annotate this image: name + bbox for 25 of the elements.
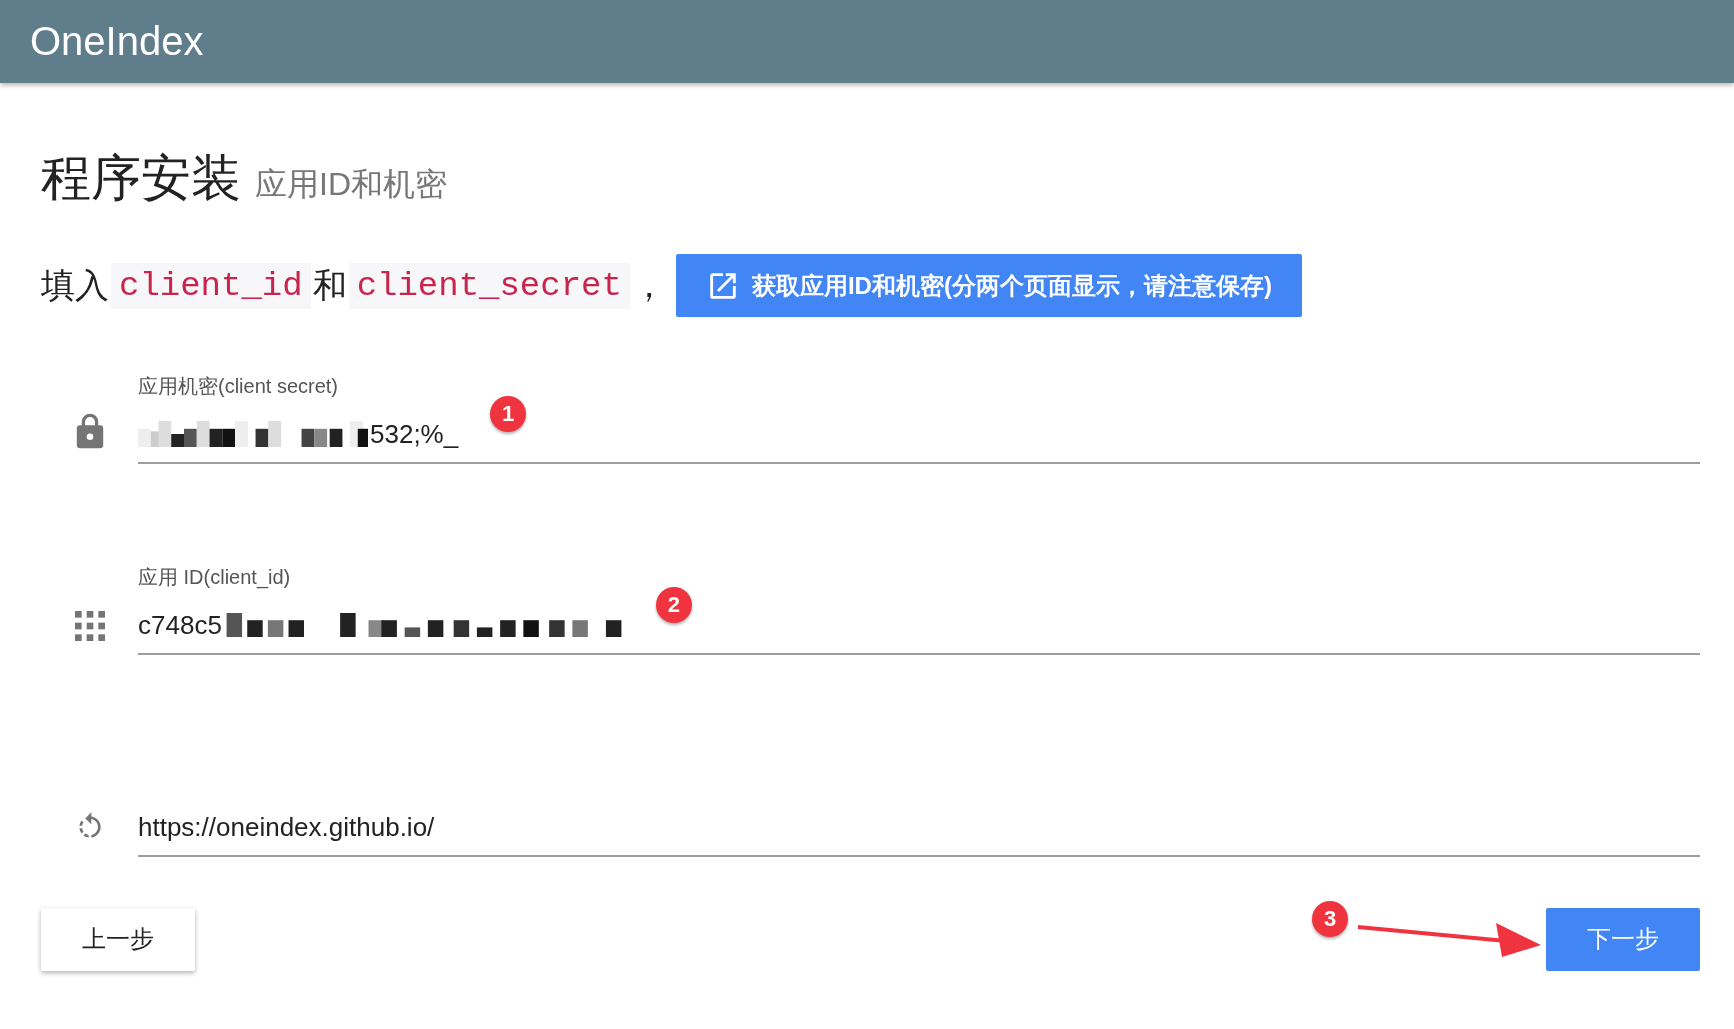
pixelated-mask-icon [138,421,368,447]
annotation-badge: 1 [490,396,527,432]
code-snippet: client_secret [348,262,630,309]
lock-icon [74,412,105,450]
field-value: https://oneindex.github.io/ [138,811,435,843]
text-field[interactable]: 应用 ID(client_id) c748c5 2 [138,564,1700,655]
page-title: 程序安装 [41,149,241,208]
field-value: c748c5 [138,609,222,641]
next-button[interactable]: 下一步 [1546,907,1700,971]
annotation-badge: 2 [655,587,692,623]
field-label: 应用 ID(client_id) [138,565,291,591]
instruction-text: 和 [312,264,347,306]
back-button[interactable]: 上一步 [41,907,195,971]
field-label: 应用机密(client secret) [138,374,339,399]
page-subtitle: 应用ID和机密 [255,165,447,204]
instruction-text: ， [631,264,666,306]
text-field[interactable]: https://oneindex.github.io/ [138,805,1700,857]
code-snippet: client_id [111,262,311,309]
grid-icon [74,611,105,641]
field-value: 532;%_ [370,418,459,450]
get-credentials-button[interactable]: 获取应用ID和机密(分两个页面显示，请注意保存) [675,254,1302,317]
app-title: OneIndex [30,19,204,64]
instruction-text: 填入 [41,264,109,306]
annotation-badge: 3 [1312,901,1348,937]
text-field[interactable]: 应用机密(client secret) 532;%_ 1 [138,373,1700,464]
